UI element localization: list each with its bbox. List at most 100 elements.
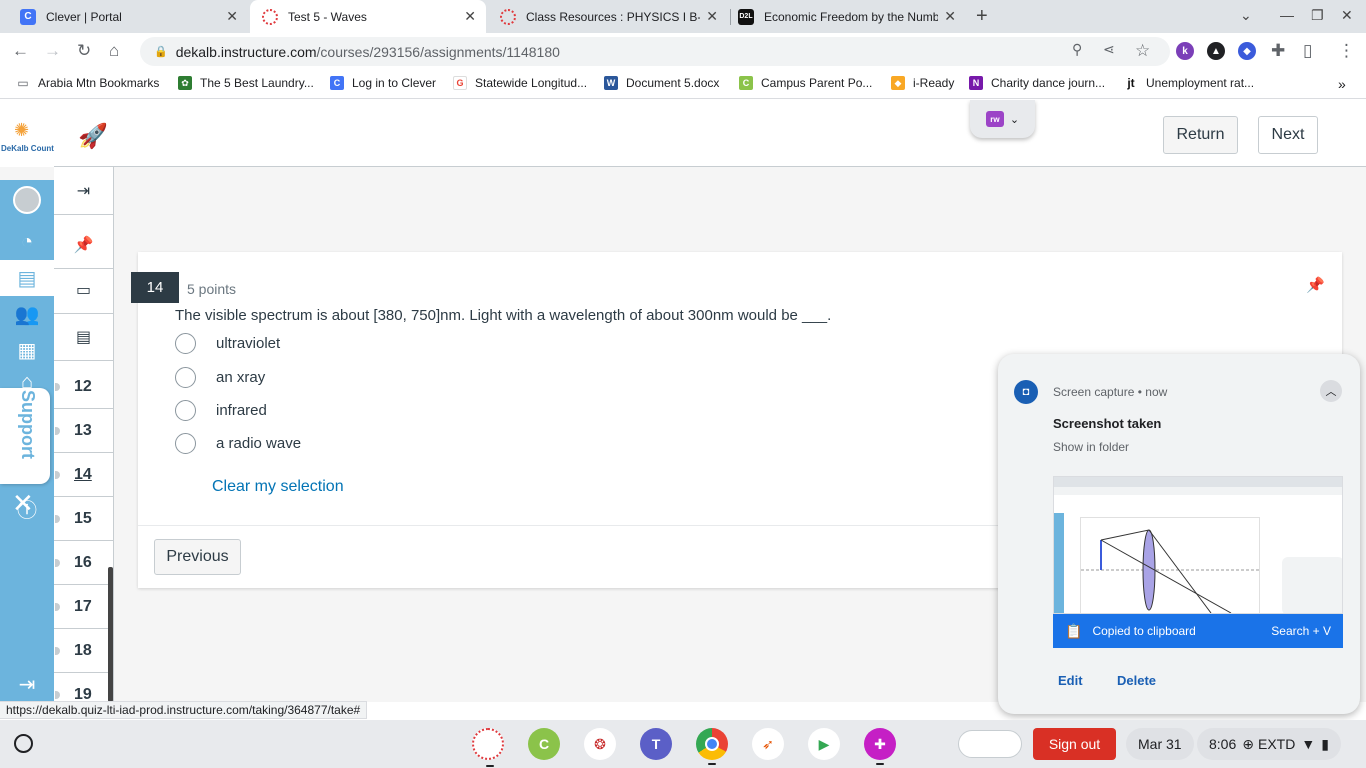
dashboard-icon[interactable]: ◔	[0, 224, 54, 260]
bookmark-campus-parent[interactable]: C Campus Parent Po...	[739, 76, 872, 90]
next-button[interactable]: Next	[1258, 116, 1318, 154]
answer-option-3[interactable]: infrared	[175, 400, 267, 421]
running-indicator	[876, 763, 884, 765]
school-logo[interactable]: ✺ DeKalb County	[0, 100, 58, 167]
pin-question-icon[interactable]: 📌	[1306, 276, 1325, 294]
wifi-icon: ▼	[1301, 736, 1316, 752]
launcher-icon[interactable]	[14, 734, 33, 753]
location-icon[interactable]: ⚲	[1072, 41, 1082, 58]
home-icon[interactable]: ⌂	[109, 41, 119, 61]
close-tab-icon[interactable]: ✕	[706, 8, 718, 25]
campus-app-icon[interactable]: C	[528, 728, 560, 760]
answer-option-4[interactable]: a radio wave	[175, 433, 301, 454]
back-icon[interactable]: ←	[12, 41, 29, 61]
answer-option-1[interactable]: ultraviolet	[175, 333, 280, 354]
question-nav-16[interactable]: 16	[54, 541, 113, 585]
account-nav[interactable]	[0, 182, 54, 218]
close-tab-icon[interactable]: ✕	[944, 8, 956, 25]
question-nav-18[interactable]: 18	[54, 629, 113, 673]
courses-icon[interactable]: ▤	[0, 260, 54, 296]
calculator-icon[interactable]: ▭	[54, 266, 113, 314]
more-bookmarks-icon[interactable]: »	[1338, 76, 1346, 92]
groups-icon[interactable]: 👥	[0, 296, 54, 332]
bookmark-star-icon[interactable]: ☆	[1135, 41, 1150, 61]
question-nav-15[interactable]: 15	[54, 497, 113, 541]
previous-button[interactable]: Previous	[154, 539, 241, 575]
expand-nav-icon[interactable]: ⇥	[54, 167, 113, 215]
close-tab-icon[interactable]: ✕	[464, 8, 476, 25]
screenshot-app-icon[interactable]: ✚	[864, 728, 896, 765]
question-nav-scrollbar[interactable]	[108, 567, 113, 702]
clever-app-icon[interactable]: ❂	[584, 728, 616, 760]
chrome-app-icon[interactable]	[696, 728, 728, 765]
support-tab[interactable]: Support	[0, 388, 50, 484]
forward-icon[interactable]: →	[44, 41, 61, 61]
new-tab-icon[interactable]: +	[976, 5, 988, 28]
collapse-nav-icon[interactable]: ⇥	[0, 666, 54, 702]
bookmarks-bar: ▭ Arabia Mtn Bookmarks ✿ The 5 Best Laundr…	[0, 69, 1366, 99]
radio-button[interactable]	[175, 367, 196, 388]
menu-kebab-icon[interactable]: ⋮	[1338, 41, 1355, 61]
play-store-icon[interactable]: ▶	[808, 728, 840, 760]
edit-button[interactable]: Edit	[1058, 673, 1083, 688]
bookmark-statewide[interactable]: G Statewide Longitud...	[453, 76, 587, 90]
tab-title: Economic Freedom by the Numb	[764, 9, 939, 24]
restore-icon[interactable]: ❐	[1311, 7, 1324, 24]
tab-search-icon[interactable]: ⌄	[1240, 7, 1252, 24]
close-window-icon[interactable]: ✕	[1341, 7, 1353, 24]
answer-option-2[interactable]: an xray	[175, 367, 265, 388]
tab-clever[interactable]: C Clever | Portal ✕	[8, 0, 248, 33]
tab-economic-freedom[interactable]: D2L Economic Freedom by the Numb ✕	[726, 0, 966, 33]
radio-button[interactable]	[175, 433, 196, 454]
extensions-puzzle-icon[interactable]: ✚	[1271, 41, 1285, 61]
shield-extension-icon[interactable]: ◆	[1238, 42, 1256, 60]
return-button[interactable]: Return	[1163, 116, 1238, 154]
kami-extension-icon[interactable]: k	[1176, 42, 1194, 60]
side-panel-icon[interactable]: ▯	[1303, 41, 1312, 61]
close-tab-icon[interactable]: ✕	[226, 8, 238, 25]
clear-selection-link[interactable]: Clear my selection	[212, 478, 344, 496]
holding-space[interactable]	[958, 730, 1022, 758]
bookmark-document[interactable]: W Document 5.docx	[604, 76, 719, 90]
sign-out-button[interactable]: Sign out	[1033, 728, 1116, 760]
notepad-icon[interactable]: ▤	[54, 313, 113, 361]
question-nav-14[interactable]: 14	[54, 453, 113, 497]
canvas-favicon-icon	[262, 8, 278, 25]
extension-icon[interactable]: ▲	[1207, 42, 1225, 60]
rocket-app-icon[interactable]: ➶	[752, 728, 784, 760]
clipboard-label: Copied to clipboard	[1092, 624, 1196, 638]
bookmark-folder-arabia[interactable]: ▭ Arabia Mtn Bookmarks	[16, 76, 159, 90]
show-in-folder-link[interactable]: Show in folder	[1053, 440, 1129, 454]
question-nav-12[interactable]: 12	[54, 365, 113, 409]
canvas-app-icon[interactable]	[472, 728, 504, 767]
screenshot-thumbnail[interactable]	[1053, 476, 1343, 614]
delete-button[interactable]: Delete	[1117, 673, 1156, 688]
extension-popup-toggle[interactable]: rw ⌄	[970, 100, 1035, 138]
radio-button[interactable]	[175, 400, 196, 421]
close-support-icon[interactable]: ✕	[12, 488, 34, 519]
bookmark-clever[interactable]: C Log in to Clever	[330, 76, 436, 90]
bookmark-iready[interactable]: ◆ i-Ready	[891, 76, 954, 90]
screenshot-notification[interactable]: ◘ Screen capture • now ︿ Screenshot take…	[998, 354, 1360, 714]
bookmark-charity[interactable]: N Charity dance journ...	[969, 76, 1105, 90]
status-tray[interactable]: 8:06 ⊕ EXTD ▼ ▮	[1197, 728, 1341, 760]
lock-icon[interactable]: 🔒	[154, 45, 168, 58]
question-nav-19[interactable]: 19	[54, 673, 113, 702]
chevron-up-icon[interactable]: ︿	[1320, 380, 1342, 402]
date-tray[interactable]: Mar 31	[1126, 728, 1194, 760]
calendar-icon[interactable]: ▦	[0, 332, 54, 368]
share-icon[interactable]: ⋖	[1103, 41, 1115, 58]
teams-app-icon[interactable]: T	[640, 728, 672, 760]
bookmark-laundry[interactable]: ✿ The 5 Best Laundry...	[178, 76, 314, 90]
question-nav-13[interactable]: 13	[54, 409, 113, 453]
question-nav-17[interactable]: 17	[54, 585, 113, 629]
minimize-icon[interactable]: —	[1280, 7, 1294, 23]
pin-icon[interactable]: 📌	[54, 221, 113, 269]
radio-button[interactable]	[175, 333, 196, 354]
reload-icon[interactable]: ↻	[77, 41, 91, 61]
address-bar[interactable]: 🔒 dekalb.instructure.com/courses/293156/…	[140, 37, 1170, 66]
tab-class-resources[interactable]: Class Resources : PHYSICS I B-M ✕	[488, 0, 728, 33]
bookmark-label: Unemployment rat...	[1146, 76, 1255, 90]
bookmark-unemployment[interactable]: jt Unemployment rat...	[1124, 76, 1254, 90]
tab-test-waves[interactable]: Test 5 - Waves ✕	[250, 0, 486, 33]
